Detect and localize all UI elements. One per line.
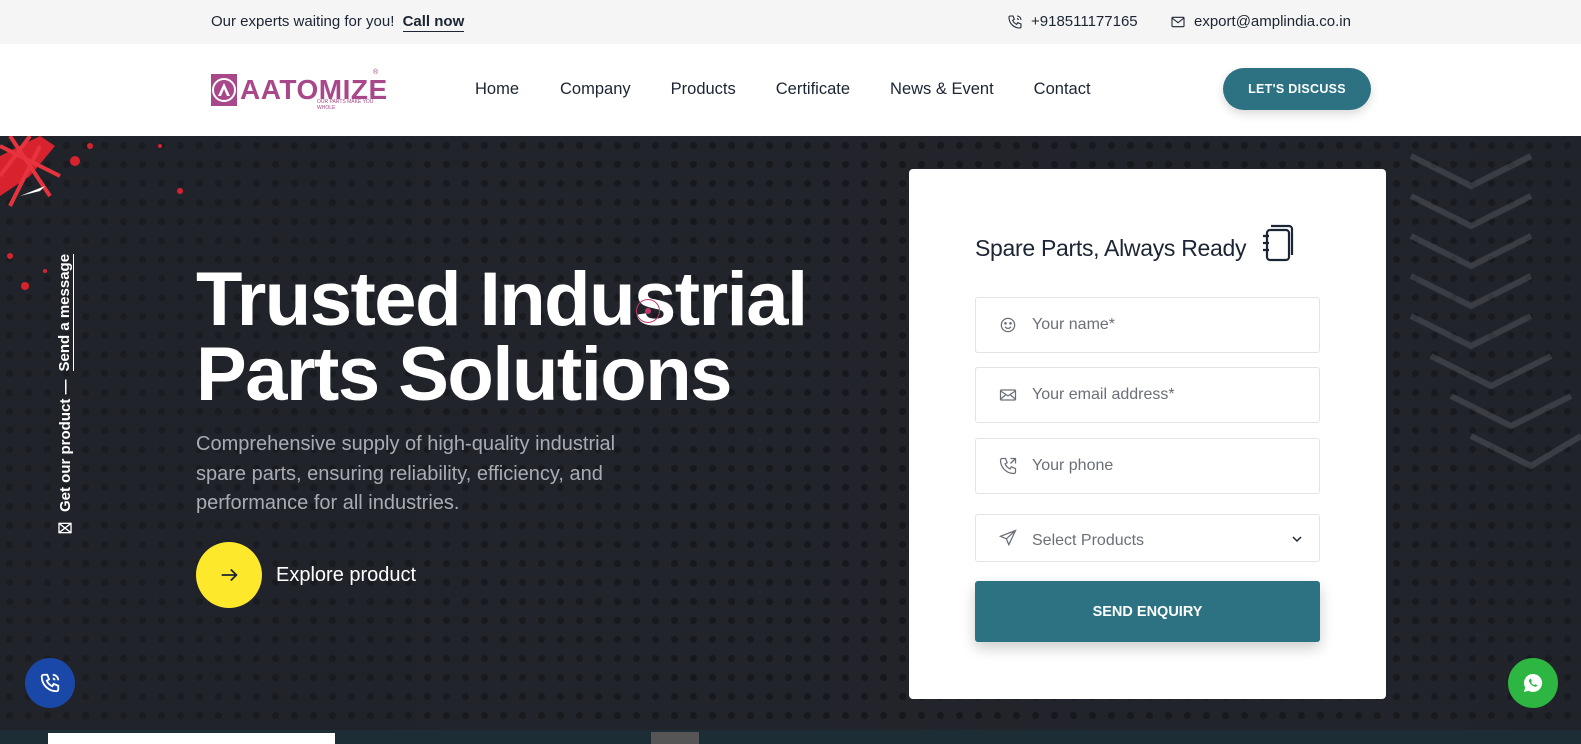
registered-mark: ® xyxy=(373,69,379,76)
whatsapp-button[interactable] xyxy=(1508,658,1558,708)
call-now-link[interactable]: Call now xyxy=(402,13,465,32)
call-button[interactable] xyxy=(25,658,75,708)
select-placeholder: Select Products xyxy=(1032,532,1145,549)
top-bar-tagline: Our experts waiting for you! xyxy=(211,13,395,30)
form-title: Spare Parts, Always Ready xyxy=(975,235,1247,261)
enquiry-form-card: Spare Parts, Always Ready Your name* You… xyxy=(909,169,1386,699)
hero-subtext: Comprehensive supply of high-quality ind… xyxy=(196,433,616,514)
cursor-dot xyxy=(645,308,651,314)
hero-headline-line1: Trusted Industrial xyxy=(196,257,808,342)
top-bar: Our experts waiting for you! Call now +9… xyxy=(0,0,1581,44)
logo-tagline: OUR PARTS MAKE YOU WHOLE xyxy=(317,99,374,111)
email-input[interactable]: Your email address* xyxy=(975,367,1320,423)
nav-home[interactable]: Home xyxy=(475,80,519,99)
top-bar-tagline-wrap: Our experts waiting for you! Call now xyxy=(211,13,465,32)
nav-news-event[interactable]: News & Event xyxy=(890,80,994,99)
phone-icon xyxy=(40,673,60,693)
hero-section: Get our product — Send a message Trusted… xyxy=(0,136,1581,744)
nav-company[interactable]: Company xyxy=(560,80,631,99)
mail-icon xyxy=(1171,16,1185,27)
send-enquiry-button[interactable]: SEND ENQUIRY xyxy=(975,581,1320,642)
phone-placeholder: Your phone xyxy=(1032,457,1114,474)
top-bar-email[interactable]: export@amplindia.co.in xyxy=(1170,13,1351,30)
explore-product-label: Explore product xyxy=(276,563,417,586)
lets-discuss-button[interactable]: LET'S DISCUSS xyxy=(1223,68,1371,110)
phone-input[interactable]: Your phone xyxy=(975,438,1320,494)
phone-icon xyxy=(1008,14,1022,29)
hero-headline-line2: Parts Solutions xyxy=(196,332,732,417)
send-icon xyxy=(998,529,1017,547)
logo-mark-icon xyxy=(211,74,237,106)
nav-contact[interactable]: Contact xyxy=(1034,80,1091,99)
next-section-peek xyxy=(0,730,1581,744)
name-input[interactable]: Your name* xyxy=(975,297,1320,353)
arrow-right-icon xyxy=(196,542,262,608)
product-select[interactable]: Select Products xyxy=(975,514,1320,562)
site-header: AATOMIZE ® OUR PARTS MAKE YOU WHOLE Home… xyxy=(0,44,1581,136)
phone-icon xyxy=(999,457,1017,475)
side-message-rotated: Get our product — Send a message xyxy=(56,253,74,536)
hero-headline: Trusted Industrial Parts Solutions xyxy=(196,257,808,417)
notebook-icon xyxy=(1263,224,1294,262)
send-message-link[interactable]: Send a message xyxy=(56,253,74,372)
peek-block-white xyxy=(48,733,335,744)
nav-certificate[interactable]: Certificate xyxy=(776,80,850,99)
logo[interactable]: AATOMIZE ® OUR PARTS MAKE YOU WHOLE xyxy=(211,69,387,111)
paint-splatter-decoration xyxy=(0,136,183,290)
side-get-product: Get our product — xyxy=(56,379,74,513)
tire-track-decoration xyxy=(1409,153,1581,470)
top-bar-phone[interactable]: +918511177165 xyxy=(1007,13,1138,30)
smiley-icon xyxy=(1000,317,1016,333)
email-placeholder: Your email address* xyxy=(1032,386,1175,403)
nav-products[interactable]: Products xyxy=(671,80,736,99)
peek-block-gray xyxy=(651,732,699,744)
mail-icon xyxy=(58,522,72,534)
explore-product-button[interactable]: Explore product xyxy=(196,542,416,608)
email-address: export@amplindia.co.in xyxy=(1194,13,1351,30)
mail-icon xyxy=(999,389,1017,401)
main-nav: Home Company Products Certificate News &… xyxy=(475,80,1091,99)
side-message-bar: Get our product — Send a message xyxy=(56,236,76,536)
phone-number: +918511177165 xyxy=(1031,13,1138,30)
name-placeholder: Your name* xyxy=(1032,316,1116,333)
whatsapp-icon xyxy=(1523,673,1543,692)
chevron-down-icon xyxy=(1292,536,1302,543)
